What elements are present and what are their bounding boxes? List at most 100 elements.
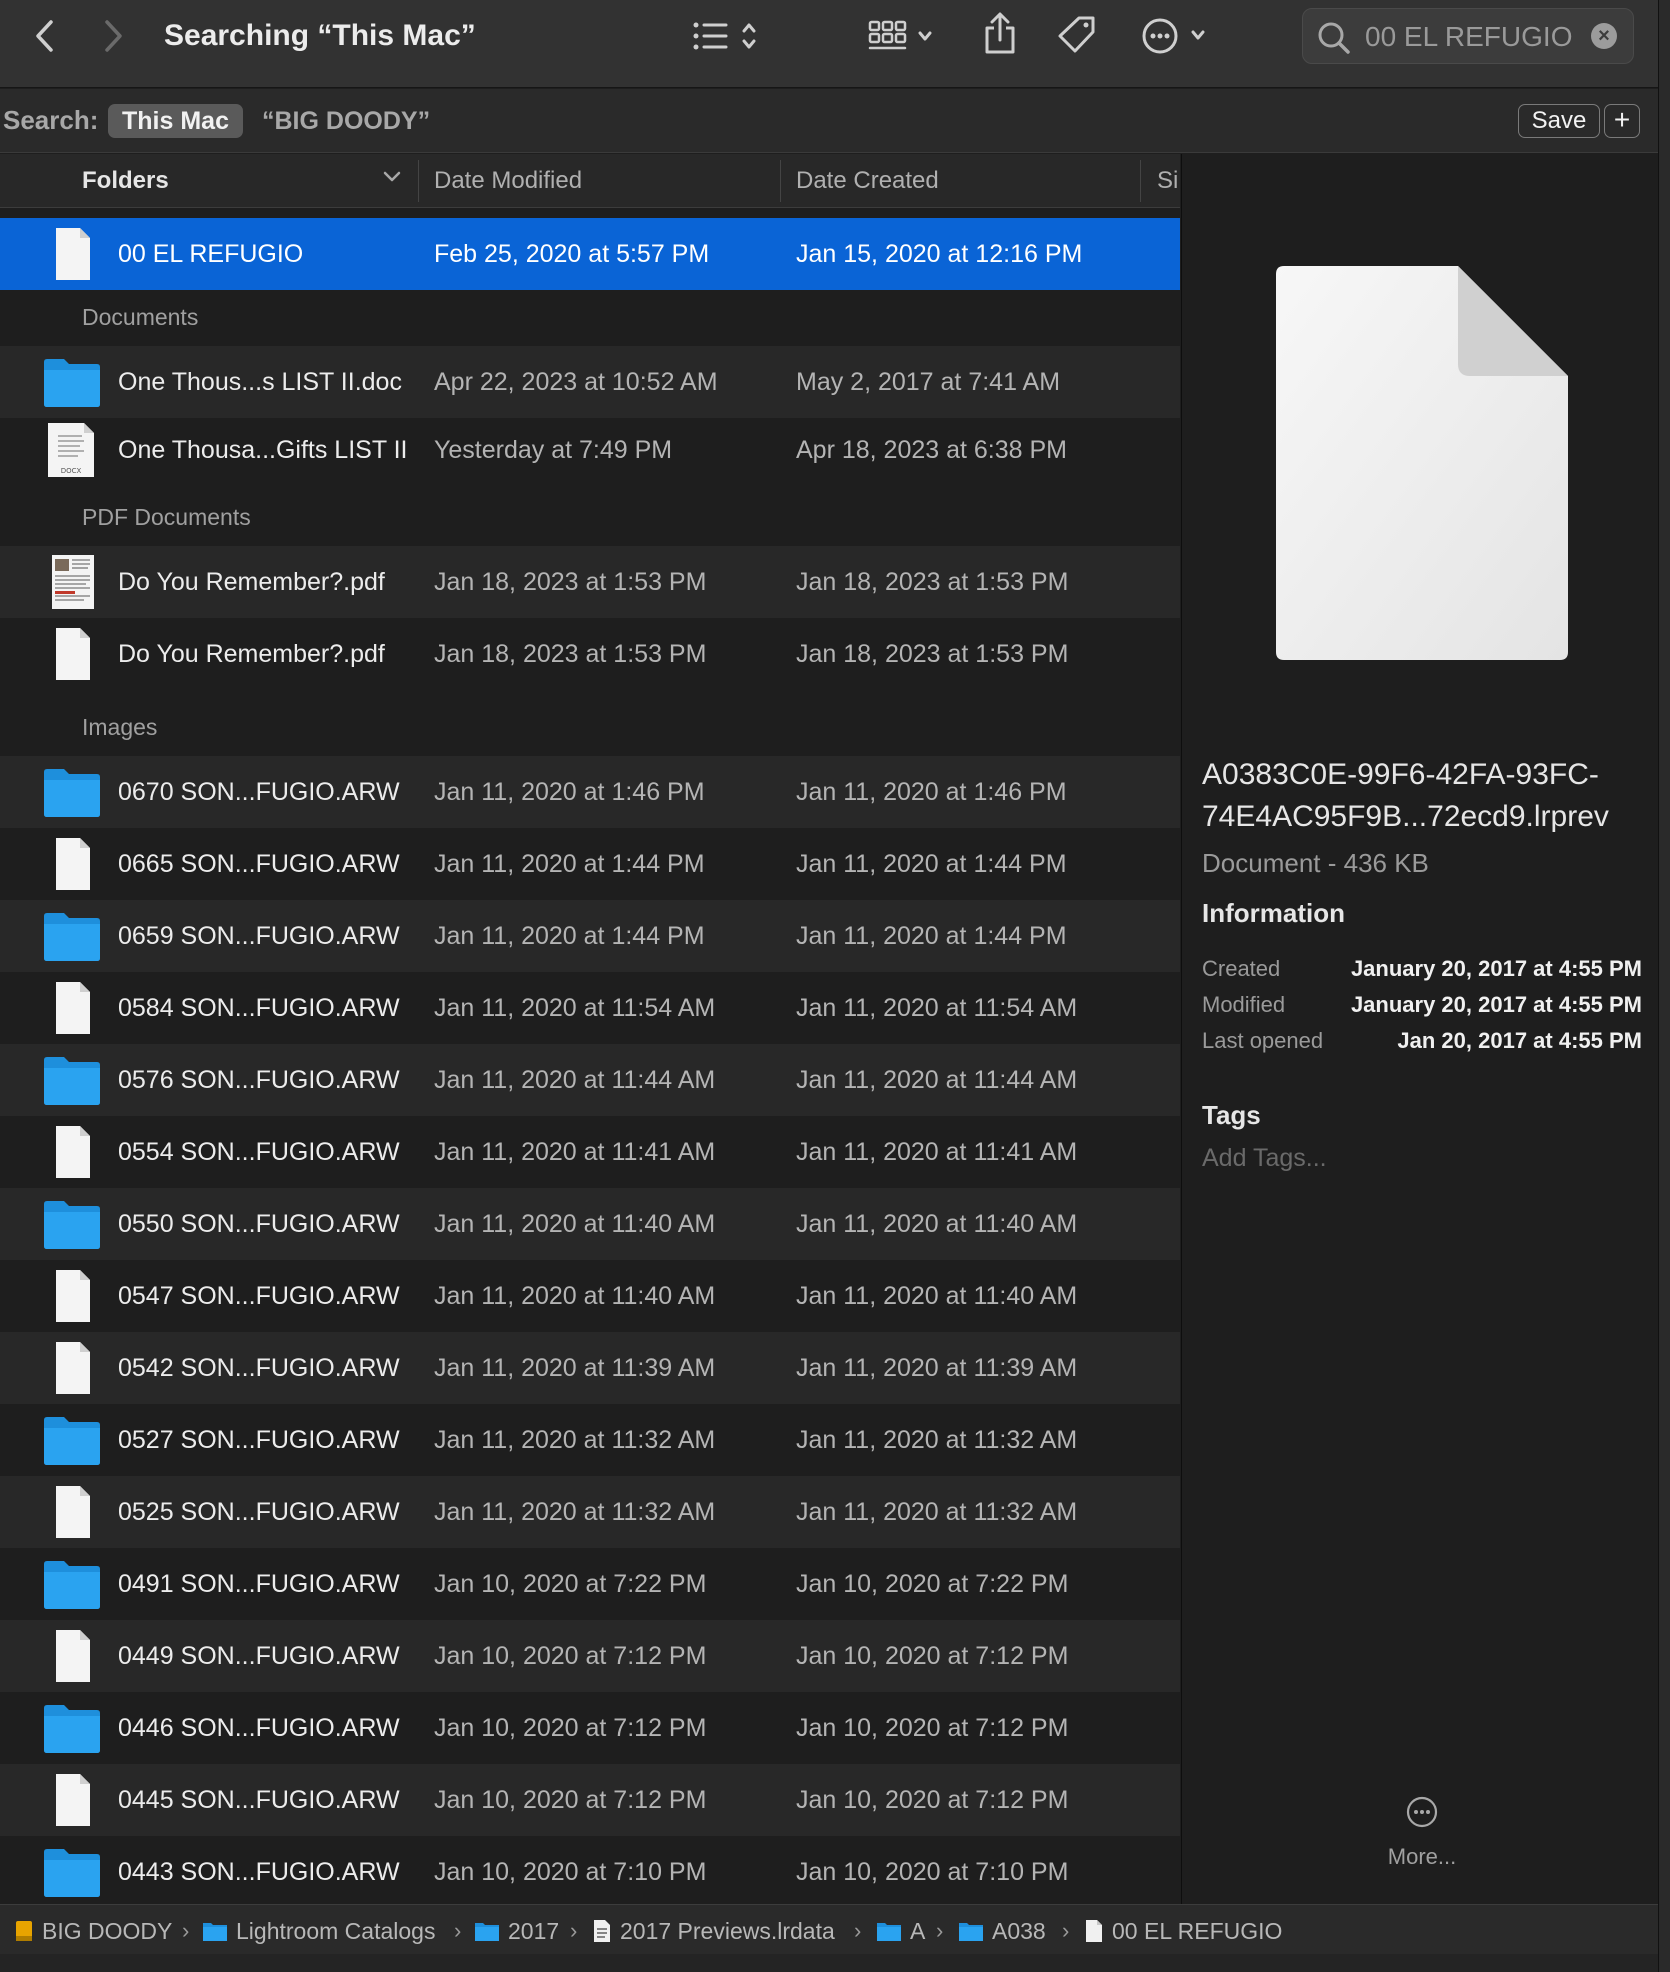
table-row[interactable]: Do You Remember?.pdf Jan 18, 2023 at 1:5… [0,546,1180,618]
clear-search-icon[interactable]: × [1591,23,1617,49]
add-tags-field[interactable]: Add Tags... [1202,1144,1327,1173]
scope-big-doody-button[interactable]: “BIG DOODY” [262,105,430,137]
column-divider[interactable] [1140,160,1141,202]
blank-document-icon [56,1486,90,1538]
column-header-date-created[interactable]: Date Created [796,166,939,196]
path-item-2017[interactable]: 2017 [474,1917,559,1945]
row-date-created: Jan 15, 2020 at 12:16 PM [796,240,1083,268]
view-options-button[interactable] [688,16,768,56]
path-item-label: Lightroom Catalogs [236,1918,436,1944]
preview-pane: A0383C0E-99F6-42FA-93FC- 74E4AC95F9B...7… [1181,154,1658,1904]
toolbar: Searching “This Mac” 00 EL REFUGIO × [0,0,1670,88]
column-header-date-modified[interactable]: Date Modified [434,166,582,196]
column-header-size[interactable]: Si [1157,166,1178,196]
action-button[interactable] [1140,14,1212,58]
table-row[interactable]: 0584 SON...FUGIO.ARW Jan 11, 2020 at 11:5… [0,972,1180,1044]
table-row[interactable]: 0525 SON...FUGIO.ARW Jan 11, 2020 at 11:3… [0,1476,1180,1548]
table-row[interactable]: DOCX One Thousa...Gifts LIST II Yesterda… [0,414,1180,486]
row-date-modified: Jan 11, 2020 at 1:44 PM [434,922,705,950]
row-date-modified: Jan 11, 2020 at 1:46 PM [434,778,705,806]
column-divider[interactable] [780,160,781,202]
row-name: 0665 SON...FUGIO.ARW [118,850,400,878]
chevron-down-icon[interactable] [382,170,402,184]
table-row[interactable]: 0449 SON...FUGIO.ARW Jan 10, 2020 at 7:12… [0,1620,1180,1692]
table-row[interactable]: 0446 SON...FUGIO.ARW Jan 10, 2020 at 7:12… [0,1692,1180,1764]
information-heading: Information [1202,898,1345,928]
path-item-00-el-refugio[interactable]: 00 EL REFUGIO [1084,1917,1282,1945]
column-header: Folders Date Modified Date Created Si [0,154,1180,208]
pdf-thumbnail-icon [52,555,94,609]
folder-icon [44,1561,100,1609]
svg-text:DOCX: DOCX [61,467,82,475]
back-button[interactable] [26,14,62,58]
tag-button[interactable] [1054,12,1100,58]
row-name: 0449 SON...FUGIO.ARW [118,1642,400,1670]
row-date-modified: Jan 10, 2020 at 7:12 PM [434,1642,707,1670]
scope-this-mac-button[interactable]: This Mac [108,104,243,138]
table-row[interactable]: 0576 SON...FUGIO.ARW Jan 11, 2020 at 11:4… [0,1044,1180,1116]
search-query[interactable]: 00 EL REFUGIO [1365,19,1572,55]
tags-heading: Tags [1202,1100,1261,1130]
path-item-big-doody[interactable]: BIG DOODY [14,1917,172,1945]
table-row[interactable]: 0547 SON...FUGIO.ARW Jan 11, 2020 at 11:4… [0,1260,1180,1332]
info-created: Created January 20, 2017 at 4:55 PM [1202,954,1642,984]
path-separator: › [570,1918,578,1943]
share-icon [985,12,1015,54]
table-row[interactable]: 0542 SON...FUGIO.ARW Jan 11, 2020 at 11:3… [0,1332,1180,1404]
large-document-preview-icon [1276,266,1568,660]
row-date-created: Apr 18, 2023 at 6:38 PM [796,436,1068,464]
row-date-modified: Jan 18, 2023 at 1:53 PM [434,568,707,596]
tag-icon [1058,16,1095,53]
table-row[interactable]: Do You Remember?.pdf Jan 18, 2023 at 1:5… [0,618,1180,690]
folder-icon [44,913,100,961]
more-button[interactable]: More... [1342,1844,1502,1870]
info-label: Modified [1202,992,1286,1017]
group-button[interactable] [864,16,944,56]
folder-icon [959,1923,983,1941]
table-row[interactable]: 0527 SON...FUGIO.ARW Jan 11, 2020 at 11:3… [0,1404,1180,1476]
window-bottom-edge [0,1954,1658,1972]
preview-file-name-line: A0383C0E-99F6-42FA-93FC- [1202,758,1599,791]
row-date-created: Jan 11, 2020 at 1:46 PM [796,778,1067,806]
column-header-name[interactable]: Folders [82,166,169,196]
row-name: 0547 SON...FUGIO.ARW [118,1282,400,1310]
row-date-modified: Jan 11, 2020 at 11:40 AM [434,1210,716,1238]
search-field[interactable]: 00 EL REFUGIO × [1302,8,1634,64]
table-row[interactable]: 0665 SON...FUGIO.ARW Jan 11, 2020 at 1:44… [0,828,1180,900]
row-name: 0584 SON...FUGIO.ARW [118,994,400,1022]
row-date-created: Jan 11, 2020 at 11:40 AM [796,1282,1078,1310]
row-date-created: Jan 11, 2020 at 1:44 PM [796,850,1067,878]
path-separator: › [454,1918,462,1943]
save-search-button[interactable]: Save [1518,104,1600,138]
row-date-modified: Jan 11, 2020 at 11:39 AM [434,1354,716,1382]
table-row[interactable]: 00 EL REFUGIO Feb 25, 2020 at 5:57 PM Ja… [0,218,1180,290]
path-item-a[interactable]: A [876,1917,925,1945]
blank-document-icon [56,1342,90,1394]
row-name: 0542 SON...FUGIO.ARW [118,1354,400,1382]
share-button[interactable] [978,10,1022,58]
info-modified: Modified January 20, 2017 at 4:55 PM [1202,990,1642,1020]
table-row[interactable]: 0659 SON...FUGIO.ARW Jan 11, 2020 at 1:44… [0,900,1180,972]
table-row[interactable]: One Thous...s LIST II.doc Apr 22, 2023 a… [0,346,1180,418]
table-row[interactable]: 0550 SON...FUGIO.ARW Jan 11, 2020 at 11:4… [0,1188,1180,1260]
row-date-created: Jan 10, 2020 at 7:22 PM [796,1570,1069,1598]
column-divider[interactable] [418,160,419,202]
path-item-lightroom-catalogs[interactable]: Lightroom Catalogs [202,1917,435,1945]
forward-button[interactable] [96,14,132,58]
row-date-created: Jan 11, 2020 at 11:32 AM [796,1498,1078,1526]
table-row[interactable]: 0670 SON...FUGIO.ARW Jan 11, 2020 at 1:46… [0,756,1180,828]
chevron-left-icon [36,20,53,52]
ellipsis-circle-icon[interactable] [1405,1795,1439,1829]
path-item-a038[interactable]: A038 [958,1917,1046,1945]
folder-icon [44,1849,100,1897]
table-row[interactable]: 0491 SON...FUGIO.ARW Jan 10, 2020 at 7:22… [0,1548,1180,1620]
path-item-previews-lrdata[interactable]: 2017 Previews.lrdata [592,1917,835,1945]
table-row[interactable]: 0443 SON...FUGIO.ARW Jan 10, 2020 at 7:10… [0,1836,1180,1904]
add-criteria-button[interactable]: + [1604,104,1640,138]
folder-icon [44,769,100,817]
table-row[interactable]: 0554 SON...FUGIO.ARW Jan 11, 2020 at 11:4… [0,1116,1180,1188]
table-row[interactable]: 0445 SON...FUGIO.ARW Jan 10, 2020 at 7:12… [0,1764,1180,1836]
path-bar: BIG DOODY › Lightroom Catalogs › 2017 › … [0,1904,1658,1954]
folder-icon [44,1417,100,1465]
blank-document-icon [56,982,90,1034]
